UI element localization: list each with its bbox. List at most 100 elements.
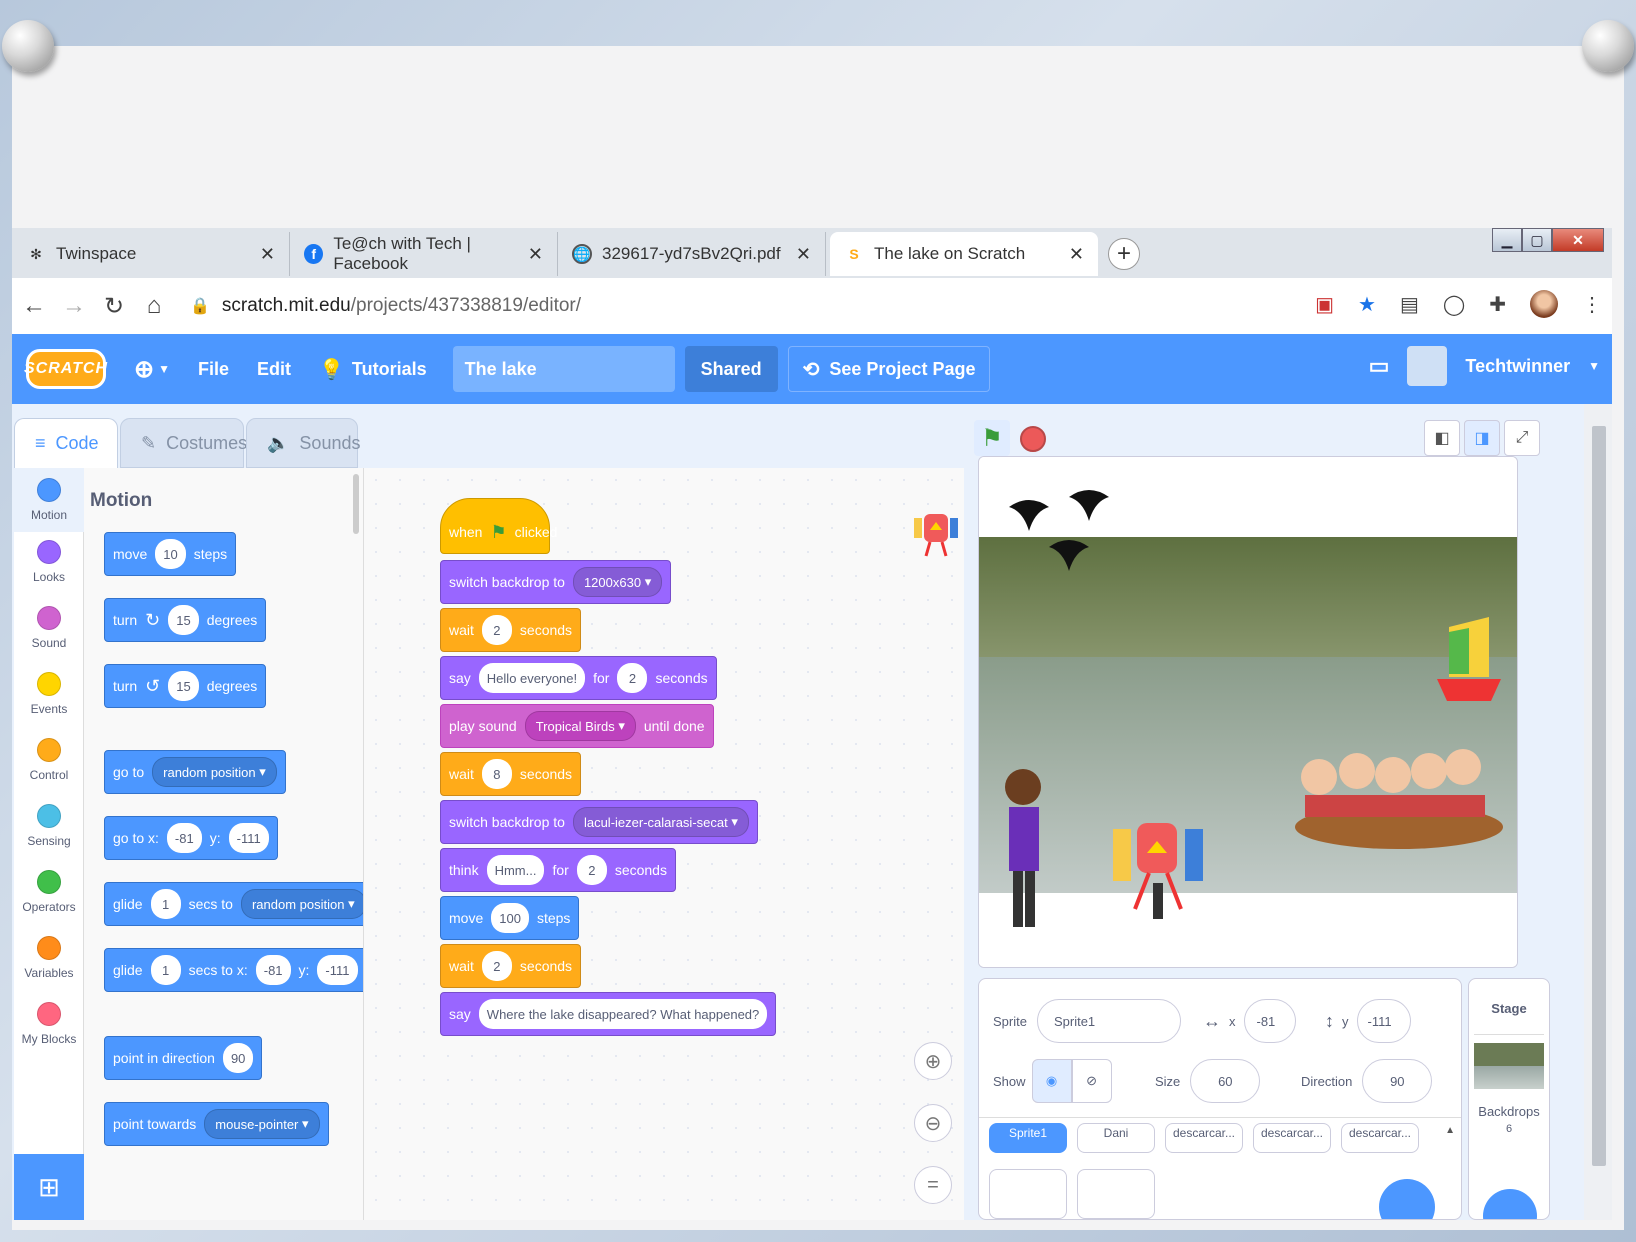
x-input[interactable]: -81 <box>1243 999 1296 1043</box>
block-switch-backdrop[interactable]: switch backdrop to 1200x630 ▾ <box>440 560 672 604</box>
close-tab-icon[interactable]: ✕ <box>528 244 543 265</box>
block-glide[interactable]: glide 1 secs to random position ▾ <box>104 882 363 926</box>
stop-button[interactable] <box>1020 426 1046 452</box>
block-play-sound[interactable]: play sound Tropical Birds ▾ until done <box>440 704 714 748</box>
close-tab-icon[interactable]: ✕ <box>260 244 275 265</box>
block-switch-backdrop[interactable]: switch backdrop to lacul-iezer-calarasi-s… <box>440 800 758 844</box>
tab-sounds[interactable]: 🔈 Sounds <box>246 418 360 468</box>
tab-twinspace[interactable]: ✻ Twinspace ✕ <box>12 232 290 276</box>
forward-arrow-icon[interactable]: → <box>56 292 92 320</box>
zoom-out-button[interactable]: ⊖ <box>914 1104 952 1142</box>
y-input[interactable]: -111 <box>1356 999 1411 1043</box>
block-input[interactable]: Hmm... <box>486 855 545 885</box>
block-glide-xy[interactable]: glide 1 secs to x: -81 y: -111 <box>104 948 363 992</box>
block-go-to-xy[interactable]: go to x: -81 y: -111 <box>104 816 278 860</box>
palette-scrollbar[interactable] <box>353 474 359 534</box>
block-dropdown[interactable]: lacul-iezer-calarasi-secat ▾ <box>572 807 749 837</box>
profile-avatar[interactable] <box>1530 290 1558 318</box>
block-dropdown[interactable]: random position ▾ <box>240 889 363 919</box>
sprite-tile[interactable]: descarcar... <box>1341 1123 1419 1153</box>
sprite-tile[interactable]: descarcar... <box>1253 1123 1331 1153</box>
category-motion[interactable]: Motion <box>14 468 84 532</box>
block-input[interactable]: 1 <box>150 889 181 919</box>
scroll-up-icon[interactable]: ▲ <box>1445 1125 1455 1136</box>
close-tab-icon[interactable]: ✕ <box>1069 244 1084 265</box>
block-input[interactable]: 2 <box>576 855 607 885</box>
file-menu[interactable]: File <box>198 359 229 380</box>
address-bar[interactable]: 🔒 scratch.mit.edu /projects/437338819/ed… <box>190 295 581 317</box>
block-input[interactable]: 15 <box>168 671 199 701</box>
stage-selector-pane[interactable]: Stage Backdrops 6 <box>1468 978 1550 1220</box>
add-extension-button[interactable]: ⊞ <box>14 1154 84 1220</box>
see-project-page-button[interactable]: ⟲ See Project Page <box>787 346 991 392</box>
add-sprite-button[interactable] <box>1379 1179 1435 1219</box>
scratch-logo[interactable]: SCRATCH <box>24 349 107 389</box>
page-scrollbar[interactable] <box>1584 404 1612 1220</box>
category-events[interactable]: Events <box>14 672 84 716</box>
username[interactable]: Techtwinner <box>1465 356 1570 377</box>
tab-costumes[interactable]: ✎ Costumes <box>120 418 247 468</box>
category-operators[interactable]: Operators <box>14 870 84 914</box>
block-input[interactable]: Where the lake disappeared? What happene… <box>478 999 768 1029</box>
sprite-tile[interactable]: descarcar... <box>1165 1123 1243 1153</box>
tab-pdf[interactable]: 🌐 329617-yd7sBv2Qri.pdf ✕ <box>558 232 826 276</box>
project-title-input[interactable]: The lake <box>452 346 675 392</box>
normal-stage-button[interactable]: ◨ <box>1464 420 1500 456</box>
sprite-tile[interactable]: Sprite1 <box>989 1123 1067 1153</box>
block-move[interactable]: move 100 steps <box>440 896 580 940</box>
scrollbar-thumb[interactable] <box>1592 426 1606 1166</box>
block-point-towards[interactable]: point towards mouse-pointer ▾ <box>104 1102 329 1146</box>
tab-scratch[interactable]: S The lake on Scratch ✕ <box>830 232 1098 276</box>
reload-icon[interactable]: ↻ <box>96 292 132 321</box>
category-variables[interactable]: Variables <box>14 936 84 980</box>
green-flag-button[interactable]: ⚑ <box>974 420 1010 456</box>
back-arrow-icon[interactable]: ← <box>16 292 52 320</box>
category-sensing[interactable]: Sensing <box>14 804 84 848</box>
direction-input[interactable]: 90 <box>1362 1059 1433 1103</box>
bookmark-star-icon[interactable]: ★ <box>1358 292 1376 317</box>
sprite-tile[interactable] <box>989 1169 1067 1219</box>
puzzle-icon[interactable]: ✚ <box>1489 292 1506 317</box>
block-dropdown[interactable]: 1200x630 ▾ <box>572 567 663 597</box>
block-move[interactable]: move 10 steps <box>104 532 237 576</box>
opera-icon[interactable]: ◯ <box>1443 292 1465 317</box>
sprite-tile[interactable]: Dani <box>1077 1123 1155 1153</box>
block-input[interactable]: 2 <box>481 615 512 645</box>
block-input[interactable]: 2 <box>481 951 512 981</box>
language-menu[interactable]: ⊕ ▼ <box>134 355 170 384</box>
folder-icon[interactable]: ▭ <box>1369 353 1390 379</box>
fullscreen-button[interactable]: ⤢ <box>1504 420 1540 456</box>
block-say-for[interactable]: say Hello everyone! for 2 seconds <box>440 656 717 700</box>
block-wait[interactable]: wait 2 seconds <box>440 944 582 988</box>
block-point-direction[interactable]: point in direction 90 <box>104 1036 263 1080</box>
block-wait[interactable]: wait 8 seconds <box>440 752 582 796</box>
block-think-for[interactable]: think Hmm... for 2 seconds <box>440 848 676 892</box>
close-tab-icon[interactable]: ✕ <box>796 244 811 265</box>
home-icon[interactable]: ⌂ <box>136 292 172 320</box>
tutorials-menu[interactable]: 💡 Tutorials <box>319 357 427 382</box>
new-tab-button[interactable]: + <box>1108 238 1140 270</box>
block-input[interactable]: -81 <box>166 823 202 853</box>
shared-button[interactable]: Shared <box>684 346 778 392</box>
category-looks[interactable]: Looks <box>14 540 84 584</box>
show-hidden-button[interactable]: ⊘ <box>1071 1059 1112 1103</box>
block-go-to[interactable]: go to random position ▾ <box>104 750 286 794</box>
block-dropdown[interactable]: mouse-pointer ▾ <box>204 1109 320 1139</box>
block-input[interactable]: 1 <box>150 955 181 985</box>
block-turn-right[interactable]: turn ↻ 15 degrees <box>104 598 267 642</box>
block-input[interactable]: -111 <box>228 823 269 853</box>
block-turn-left[interactable]: turn ↺ 15 degrees <box>104 664 267 708</box>
small-stage-button[interactable]: ◧ <box>1424 420 1460 456</box>
edit-menu[interactable]: Edit <box>257 359 291 380</box>
block-input[interactable]: 8 <box>481 759 512 789</box>
translate-icon[interactable]: ▣ <box>1315 292 1334 317</box>
close-window-button[interactable]: ✕ <box>1552 228 1604 252</box>
maximize-button[interactable]: ▢ <box>1522 228 1552 252</box>
block-input[interactable]: -111 <box>317 955 358 985</box>
category-my-blocks[interactable]: My Blocks <box>14 1002 84 1046</box>
tab-facebook[interactable]: f Te@ch with Tech | Facebook ✕ <box>290 232 558 276</box>
block-input[interactable]: 10 <box>155 539 186 569</box>
block-wait[interactable]: wait 2 seconds <box>440 608 582 652</box>
category-sound[interactable]: Sound <box>14 606 84 650</box>
stage-canvas[interactable] <box>978 456 1518 968</box>
